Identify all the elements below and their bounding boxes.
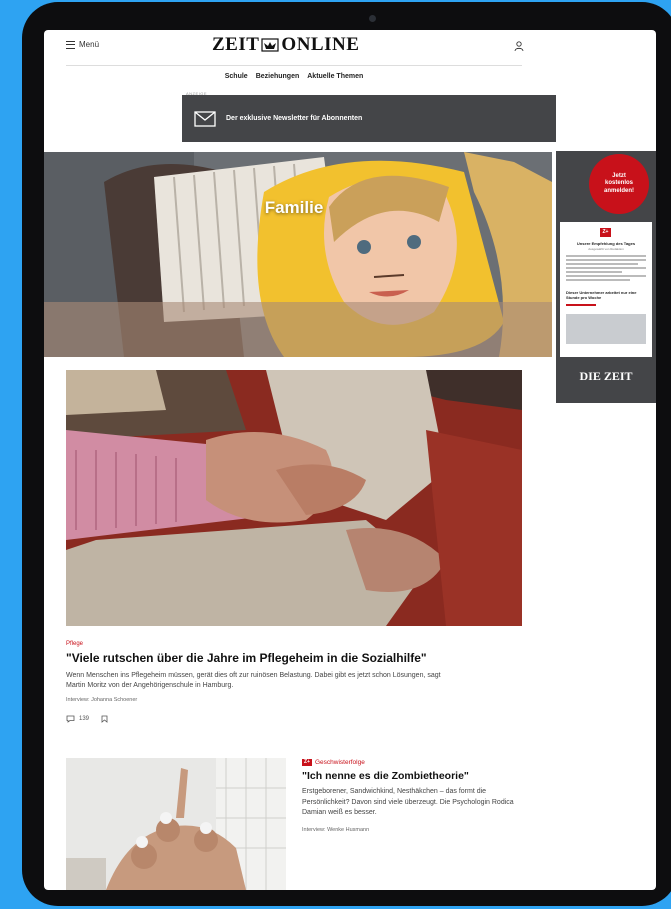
hero-image[interactable] <box>44 152 552 357</box>
promo-text-lines <box>566 255 646 283</box>
topic-nav: Schule Beziehungen Aktuelle Themen <box>44 73 544 80</box>
article2-kicker: Geschwisterfolge <box>314 759 365 766</box>
child-costume-photo <box>44 152 552 357</box>
article-teaser: Wenn Menschen ins Pflegeheim müssen, ger… <box>66 672 441 690</box>
envelope-icon <box>194 110 216 127</box>
promo-title: Unsere Empfehlung des Tages <box>576 241 636 246</box>
hero-title[interactable]: Familie <box>44 198 544 218</box>
badge-line-2: kostenlos <box>604 180 633 187</box>
article2-byline: Interview: Wenke Husmann <box>302 827 370 833</box>
promo-preview: Z+ Unsere Empfehlung des Tages Ausgewähl… <box>560 222 652 357</box>
newsletter-text: Der exklusive Newsletter für Abonnenten <box>226 115 363 122</box>
signup-badge[interactable]: Jetzt kostenlos anmelden! <box>589 154 649 214</box>
bookmark-icon[interactable] <box>101 715 108 723</box>
nav-item-beziehungen[interactable]: Beziehungen <box>256 73 300 80</box>
newsletter-banner[interactable]: Der exklusive Newsletter für Abonnenten <box>182 95 556 142</box>
nav-item-aktuelle-themen[interactable]: Aktuelle Themen <box>307 73 363 80</box>
nav-item-schule[interactable]: Schule <box>225 73 248 80</box>
browser-page: Menü ZEIT ONLINE Schule Beziehungen Aktu… <box>44 30 656 890</box>
eagle-icon <box>261 38 280 52</box>
promo-link <box>566 304 596 306</box>
promo-subtitle: Ausgewählt von Redaktion <box>588 247 624 251</box>
logo-text-left: ZEIT <box>212 34 260 55</box>
article2-kicker-row[interactable]: Z+ Geschwisterfolge <box>302 759 365 766</box>
article-kicker[interactable]: Pflege <box>66 641 83 647</box>
hands-photo <box>66 370 522 626</box>
comment-count[interactable]: 139 <box>79 716 89 722</box>
promo-headline: Dieser Unternehmer arbeitet nur eine Stu… <box>566 290 637 300</box>
header-divider <box>66 65 522 66</box>
menu-button[interactable]: Menü <box>66 40 99 49</box>
camera <box>369 15 376 22</box>
logo-text-right: ONLINE <box>281 34 360 55</box>
article-image-brothers[interactable] <box>66 758 286 890</box>
comment-icon[interactable] <box>66 715 75 723</box>
article-image-hands[interactable] <box>66 370 522 626</box>
article-meta: 139 <box>66 715 108 723</box>
z-plus-badge: Z+ <box>302 759 312 766</box>
badge-line-3: anmelden! <box>603 187 634 194</box>
menu-label: Menü <box>79 40 100 49</box>
badge-line-1: Jetzt <box>612 172 626 179</box>
article2-teaser: Erstgeborener, Sandwichkind, Nesthäkchen… <box>302 788 514 816</box>
brothers-photo <box>66 758 286 890</box>
die-zeit-brand: DIE ZEIT <box>579 369 633 383</box>
hamburger-icon <box>66 40 75 49</box>
user-icon[interactable] <box>513 40 525 52</box>
promo-image <box>566 314 646 344</box>
z-plus-logo: Z+ <box>600 228 611 237</box>
zeit-online-logo[interactable]: ZEIT ONLINE <box>212 34 359 56</box>
article-headline[interactable]: "Viele rutschen über die Jahre im Pflege… <box>66 651 427 665</box>
article-byline: Interview: Johanna Schoener <box>66 697 138 703</box>
article2-headline[interactable]: "Ich nenne es die Zombietheorie" <box>302 770 469 782</box>
